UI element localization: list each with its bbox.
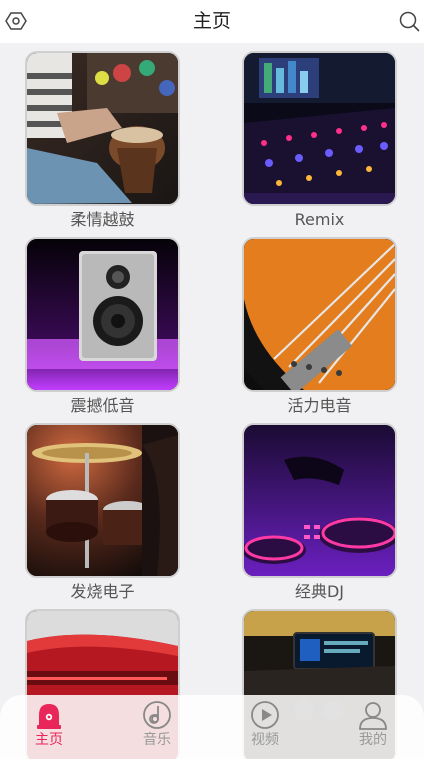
mixing-console-photo bbox=[244, 53, 395, 204]
card-thumbnail[interactable] bbox=[242, 423, 397, 578]
drummer-photo bbox=[27, 53, 178, 204]
tab-label: 主页 bbox=[35, 732, 63, 748]
card-grid: 柔情越鼓 Remix 震撼低音 活力电音 发烧电子 经典DJ bbox=[0, 43, 424, 759]
card-thumbnail[interactable] bbox=[242, 51, 397, 206]
user-icon bbox=[359, 702, 387, 730]
drum-kit-photo bbox=[27, 425, 178, 576]
dj-deck-photo bbox=[244, 425, 395, 576]
tab-label: 我的 bbox=[359, 732, 387, 748]
card-fashao-dianzi[interactable]: 发烧电子 bbox=[25, 423, 180, 602]
card-jingdian-dj[interactable]: 经典DJ bbox=[242, 423, 397, 602]
siren-icon bbox=[37, 704, 61, 729]
bottom-tab-bar: 主页 音乐 视频 我的 bbox=[0, 695, 424, 759]
tab-home[interactable]: 主页 bbox=[19, 699, 79, 755]
card-label: 经典DJ bbox=[294, 582, 345, 601]
guitar-strings-photo bbox=[244, 239, 395, 390]
card-thumbnail[interactable] bbox=[25, 423, 180, 578]
card-thumbnail[interactable] bbox=[25, 51, 180, 206]
card-huoli-dianyin[interactable]: 活力电音 bbox=[242, 237, 397, 416]
card-zhenhan-diyin[interactable]: 震撼低音 bbox=[25, 237, 180, 416]
tab-label: 视频 bbox=[251, 732, 279, 748]
card-thumbnail[interactable] bbox=[25, 237, 180, 392]
card-label: 发烧电子 bbox=[70, 582, 135, 601]
card-thumbnail[interactable] bbox=[242, 237, 397, 392]
play-icon bbox=[251, 701, 279, 729]
tab-music[interactable]: 音乐 bbox=[127, 699, 187, 755]
tab-label: 音乐 bbox=[143, 732, 171, 748]
music-note-icon bbox=[143, 701, 171, 729]
card-label: 柔情越鼓 bbox=[70, 210, 135, 229]
card-roqing-yuegu[interactable]: 柔情越鼓 bbox=[25, 51, 180, 230]
speaker-photo bbox=[27, 239, 178, 390]
card-label: 活力电音 bbox=[287, 396, 352, 415]
card-label: 震撼低音 bbox=[70, 396, 135, 415]
search-icon[interactable] bbox=[398, 10, 420, 32]
page-title: 主页 bbox=[192, 10, 231, 32]
tab-profile[interactable]: 我的 bbox=[343, 699, 403, 755]
tab-video[interactable]: 视频 bbox=[235, 699, 295, 755]
card-label: Remix bbox=[294, 210, 345, 229]
card-remix[interactable]: Remix bbox=[242, 51, 397, 230]
app-header: 主页 bbox=[0, 0, 424, 43]
